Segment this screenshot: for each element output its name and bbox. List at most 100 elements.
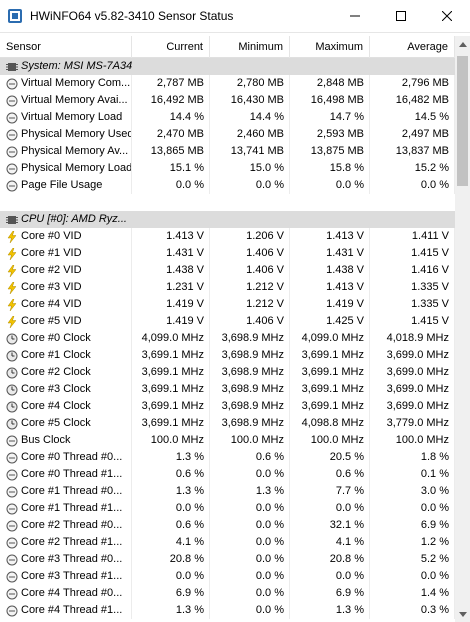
sensor-row[interactable]: Core #1 VID 1.431 V 1.406 V 1.431 V 1.415 V <box>0 245 455 262</box>
value-minimum: 0.0 % <box>210 466 290 483</box>
value-maximum: 6.9 % <box>290 585 370 602</box>
value-minimum: 0.6 % <box>210 449 290 466</box>
column-header-average[interactable]: Average <box>370 36 455 58</box>
column-header-sensor[interactable]: Sensor <box>0 36 132 58</box>
gauge-icon <box>6 605 18 616</box>
sensor-list: System: MSI MS-7A34 Virtual Memory Com...… <box>0 58 455 622</box>
maximize-button[interactable] <box>378 0 424 32</box>
sensor-row[interactable]: Virtual Memory Avai... 16,492 MB 16,430 MB… <box>0 92 455 109</box>
sensor-row[interactable]: Core #1 Thread #0... 1.3 % 1.3 % 7.7 % 3.0 % <box>0 483 455 500</box>
sensor-row[interactable]: Physical Memory Used 2,470 MB 2,460 MB 2,59… <box>0 126 455 143</box>
value-average: 0.0 % <box>370 500 455 517</box>
sensor-name-cell: Virtual Memory Load <box>0 109 132 126</box>
minimize-button[interactable] <box>332 0 378 32</box>
gauge-icon <box>6 146 18 157</box>
value-average: 0.3 % <box>370 602 455 619</box>
scrollbar-thumb[interactable] <box>457 56 468 186</box>
scroll-up-button[interactable] <box>455 36 470 53</box>
sensor-row[interactable]: Page File Usage 0.0 % 0.0 % 0.0 % 0.0 % <box>0 177 455 194</box>
sensor-row[interactable]: Core #0 Thread #0... 1.3 % 0.6 % 20.5 % 1.8 … <box>0 449 455 466</box>
value-maximum: 13,875 MB <box>290 143 370 160</box>
sensor-label: Core #3 Thread #0... <box>21 553 123 565</box>
sensor-row[interactable]: Core #4 VID 1.419 V 1.212 V 1.419 V 1.335 V <box>0 296 455 313</box>
sensor-row[interactable]: Core #4 Thread #1... 1.3 % 0.0 % 1.3 % 0.3 % <box>0 602 455 619</box>
sensor-row[interactable]: Core #1 Thread #1... 0.0 % 0.0 % 0.0 % 0.0 % <box>0 500 455 517</box>
sensor-label: Core #1 Clock <box>21 349 91 361</box>
value-average: 1.415 V <box>370 313 455 330</box>
voltage-icon <box>7 230 17 243</box>
sensor-row[interactable]: Physical Memory Load 15.1 % 15.0 % 15.8 % 15… <box>0 160 455 177</box>
sensor-row[interactable]: Core #2 Clock 3,699.1 MHz 3,698.9 MHz 3,699… <box>0 364 455 381</box>
value-current: 0.0 % <box>132 177 210 194</box>
value-minimum: 3,698.9 MHz <box>210 415 290 432</box>
value-current: 14.4 % <box>132 109 210 126</box>
value-current: 4,099.0 MHz <box>132 330 210 347</box>
value-maximum: 15.8 % <box>290 160 370 177</box>
scroll-down-button[interactable] <box>455 606 470 622</box>
sensor-row[interactable]: Core #2 Thread #1... 4.1 % 0.0 % 4.1 % 1.2 % <box>0 534 455 551</box>
gauge-icon <box>6 129 18 140</box>
value-minimum: 3,698.9 MHz <box>210 347 290 364</box>
value-current: 1.231 V <box>132 279 210 296</box>
value-average: 2,796 MB <box>370 75 455 92</box>
sensor-row[interactable]: Core #5 Clock 3,699.1 MHz 3,698.9 MHz 4,098… <box>0 415 455 432</box>
voltage-icon <box>7 264 17 277</box>
sensor-row[interactable]: Core #3 Clock 3,699.1 MHz 3,698.9 MHz 3,699… <box>0 381 455 398</box>
chip-icon <box>6 215 18 224</box>
value-average: 1.2 % <box>370 534 455 551</box>
sensor-label: Bus Clock <box>21 434 71 446</box>
sensor-label: Core #2 Thread #0... <box>21 519 123 531</box>
sensor-name-cell: Physical Memory Load <box>0 160 132 177</box>
minimize-icon <box>350 15 360 17</box>
sensor-row[interactable]: Core #4 Thread #0... 6.9 % 0.0 % 6.9 % 1.4 % <box>0 585 455 602</box>
column-header-row: Sensor Current Minimum Maximum Average <box>0 36 455 58</box>
vertical-scrollbar[interactable] <box>455 36 470 622</box>
value-minimum: 0.0 % <box>210 534 290 551</box>
sensor-group-header[interactable]: System: MSI MS-7A34 <box>0 58 455 75</box>
sensor-group-header[interactable]: CPU [#0]: AMD Ryz... <box>0 211 455 228</box>
column-header-current[interactable]: Current <box>132 36 210 58</box>
sensor-row[interactable]: Core #3 VID 1.231 V 1.212 V 1.413 V 1.335 V <box>0 279 455 296</box>
clock-icon <box>6 384 18 395</box>
sensor-row[interactable]: Core #2 VID 1.438 V 1.406 V 1.438 V 1.416 V <box>0 262 455 279</box>
value-maximum: 0.0 % <box>290 568 370 585</box>
sensor-row[interactable]: Bus Clock 100.0 MHz 100.0 MHz 100.0 MHz 100.… <box>0 432 455 449</box>
value-maximum: 1.413 V <box>290 279 370 296</box>
sensor-name-cell: Core #5 VID <box>0 313 132 330</box>
value-current: 1.419 V <box>132 313 210 330</box>
value-average: 1.415 V <box>370 245 455 262</box>
sensor-name-cell: Core #3 Thread #0... <box>0 551 132 568</box>
sensor-row[interactable]: Core #5 VID 1.419 V 1.406 V 1.425 V 1.415 V <box>0 313 455 330</box>
sensor-row[interactable]: Core #4 Clock 3,699.1 MHz 3,698.9 MHz 3,699… <box>0 398 455 415</box>
value-maximum: 32.1 % <box>290 517 370 534</box>
sensor-row[interactable]: Core #3 Thread #0... 20.8 % 0.0 % 20.8 % 5.2… <box>0 551 455 568</box>
sensor-row[interactable]: Core #1 Clock 3,699.1 MHz 3,698.9 MHz 3,699… <box>0 347 455 364</box>
sensor-row[interactable]: Virtual Memory Com... 2,787 MB 2,780 MB 2,8… <box>0 75 455 92</box>
value-current: 1.3 % <box>132 602 210 619</box>
value-minimum: 3,698.9 MHz <box>210 330 290 347</box>
value-average: 3.0 % <box>370 483 455 500</box>
sensor-name-cell: Core #0 Clock <box>0 330 132 347</box>
sensor-row[interactable]: Core #0 VID 1.413 V 1.206 V 1.413 V 1.411 V <box>0 228 455 245</box>
sensor-label: Core #0 VID <box>21 230 82 242</box>
sensor-row[interactable]: Core #3 Thread #1... 0.0 % 0.0 % 0.0 % 0.0 % <box>0 568 455 585</box>
window-title: HWiNFO64 v5.82-3410 Sensor Status <box>30 9 234 23</box>
value-current: 1.3 % <box>132 483 210 500</box>
sensor-name-cell: Core #0 VID <box>0 228 132 245</box>
close-button[interactable] <box>424 0 470 32</box>
sensor-row[interactable]: Core #2 Thread #0... 0.6 % 0.0 % 32.1 % 6.9 … <box>0 517 455 534</box>
value-maximum: 0.0 % <box>290 500 370 517</box>
sensor-name-cell: Core #2 Thread #1... <box>0 534 132 551</box>
sensor-row[interactable]: Virtual Memory Load 14.4 % 14.4 % 14.7 % 14.… <box>0 109 455 126</box>
sensor-row[interactable]: Core #0 Clock 4,099.0 MHz 3,698.9 MHz 4,099… <box>0 330 455 347</box>
value-minimum: 1.206 V <box>210 228 290 245</box>
title-bar[interactable]: HWiNFO64 v5.82-3410 Sensor Status <box>0 0 470 32</box>
column-header-minimum[interactable]: Minimum <box>210 36 290 58</box>
sensor-label: Physical Memory Av... <box>21 145 129 157</box>
sensor-row[interactable]: Physical Memory Av... 13,865 MB 13,741 MB 1… <box>0 143 455 160</box>
column-header-maximum[interactable]: Maximum <box>290 36 370 58</box>
value-current: 3,699.1 MHz <box>132 415 210 432</box>
sensor-row[interactable]: Core #0 Thread #1... 0.6 % 0.0 % 0.6 % 0.1 % <box>0 466 455 483</box>
value-current: 1.431 V <box>132 245 210 262</box>
sensor-name-cell: Core #3 VID <box>0 279 132 296</box>
